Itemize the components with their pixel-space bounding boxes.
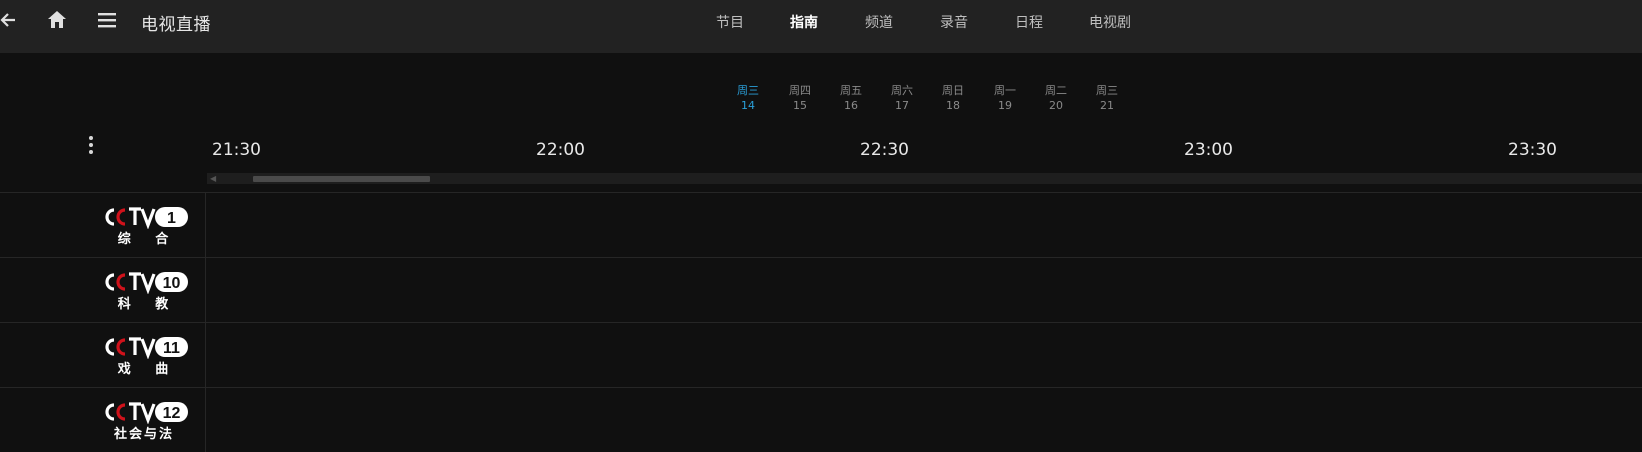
tab-guide[interactable]: 指南	[790, 12, 818, 32]
day-weekday: 周二	[1045, 84, 1067, 97]
day-item[interactable]: 周四 15	[780, 83, 820, 113]
day-date: 19	[998, 99, 1012, 112]
channel-subtitle: 戏 曲	[117, 362, 179, 377]
day-date: 21	[1100, 99, 1114, 112]
channel-number: 11	[163, 340, 180, 357]
horizontal-scrollbar[interactable]: ◀	[207, 173, 1642, 184]
channel-logo-cell: 11 戏 曲	[0, 323, 206, 387]
tab-channels[interactable]: 频道	[865, 12, 893, 32]
cctv-logo-icon: 11	[105, 337, 188, 359]
day-weekday: 周三	[737, 84, 759, 97]
arrow-left-icon	[0, 13, 15, 27]
time-label: 22:30	[860, 140, 909, 160]
channel-logo-cell: 1 综 合	[0, 193, 206, 257]
channel-row: 11 戏 曲	[0, 322, 1642, 387]
time-label: 22:00	[536, 140, 585, 160]
vertical-dots-icon	[89, 136, 93, 140]
channel-row: 12 社会与法	[0, 387, 1642, 452]
channel-logo-cell: 12 社会与法	[0, 388, 206, 452]
tab-programs[interactable]: 节目	[716, 12, 744, 32]
channel-row: 1 综 合	[0, 192, 1642, 257]
channel-logo[interactable]: 11 戏 曲	[100, 335, 190, 377]
page-title: 电视直播	[141, 15, 211, 35]
day-item[interactable]: 周日 18	[933, 83, 973, 113]
home-icon	[48, 11, 66, 28]
home-button[interactable]	[45, 8, 69, 32]
channel-subtitle: 科 教	[117, 297, 179, 312]
cctv-logo-icon: 12	[105, 402, 188, 424]
scroll-left-arrow-icon[interactable]: ◀	[210, 175, 216, 183]
day-date: 18	[946, 99, 960, 112]
scrollbar-thumb[interactable]	[253, 176, 430, 182]
channel-number: 10	[163, 275, 181, 292]
channel-number: 12	[163, 405, 181, 422]
back-button[interactable]	[0, 8, 20, 32]
cctv-logo-icon: 10	[105, 272, 188, 294]
day-weekday: 周四	[789, 84, 811, 97]
day-item[interactable]: 周六 17	[882, 83, 922, 113]
hamburger-menu-icon	[98, 13, 116, 28]
day-date: 15	[793, 99, 807, 112]
day-date: 14	[741, 99, 755, 112]
day-item[interactable]: 周二 20	[1036, 83, 1076, 113]
day-weekday: 周三	[1096, 84, 1118, 97]
channel-number: 1	[167, 210, 176, 227]
day-date: 17	[895, 99, 909, 112]
day-weekday: 周五	[840, 84, 862, 97]
day-weekday: 周日	[942, 84, 964, 97]
time-label: 23:00	[1184, 140, 1233, 160]
tab-tv-series[interactable]: 电视剧	[1089, 12, 1131, 32]
dot	[89, 150, 93, 154]
menu-button[interactable]	[95, 8, 119, 32]
day-date: 16	[844, 99, 858, 112]
time-label: 21:30	[212, 140, 261, 160]
channel-logo[interactable]: 1 综 合	[100, 205, 190, 247]
channel-logo[interactable]: 12 社会与法	[100, 400, 190, 442]
day-weekday: 周六	[891, 84, 913, 97]
cctv-logo-icon: 1	[105, 207, 188, 229]
day-date: 20	[1049, 99, 1063, 112]
channel-subtitle: 综 合	[117, 232, 179, 247]
day-weekday: 周一	[994, 84, 1016, 97]
dot	[89, 143, 93, 147]
tab-recordings[interactable]: 录音	[940, 12, 968, 32]
top-bar: 电视直播 节目 指南 频道 录音 日程 电视剧	[0, 0, 1642, 53]
channel-row: 10 科 教	[0, 257, 1642, 322]
tab-schedule[interactable]: 日程	[1015, 12, 1043, 32]
channel-subtitle: 社会与法	[113, 427, 174, 442]
time-label: 23:30	[1508, 140, 1557, 160]
more-options-button[interactable]	[86, 136, 96, 154]
day-item[interactable]: 周三 21	[1087, 83, 1127, 113]
day-item[interactable]: 周三 14	[728, 83, 768, 113]
day-item[interactable]: 周一 19	[985, 83, 1025, 113]
day-item[interactable]: 周五 16	[831, 83, 871, 113]
channel-logo[interactable]: 10 科 教	[100, 270, 190, 312]
channel-logo-cell: 10 科 教	[0, 258, 206, 322]
